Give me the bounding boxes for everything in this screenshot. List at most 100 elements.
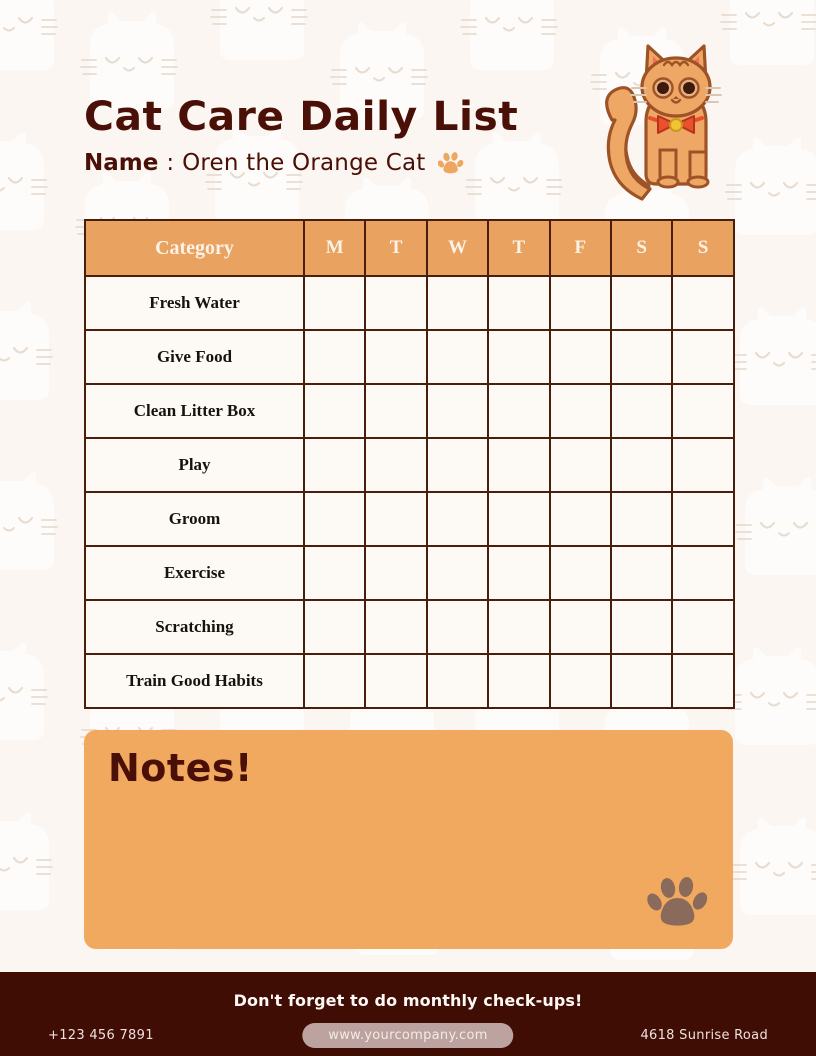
checkbox-cell[interactable] (671, 275, 735, 331)
category-cell: Play (84, 437, 305, 493)
sitting-cat-illustration (598, 32, 754, 208)
notes-box[interactable]: Notes! (84, 730, 733, 949)
checkbox-cell[interactable] (364, 437, 428, 493)
footer-tagline: Don't forget to do monthly check-ups! (233, 991, 583, 1010)
footer-contact-row: +123 456 7891 www.yourcompany.com 4618 S… (0, 1019, 816, 1051)
checkbox-cell[interactable] (671, 383, 735, 439)
checkbox-cell[interactable] (487, 599, 551, 655)
checkbox-cell[interactable] (548, 383, 612, 439)
notes-title: Notes! (108, 746, 253, 790)
checkbox-cell[interactable] (671, 653, 735, 709)
column-header-sunday: S (671, 219, 735, 277)
cat-care-daily-list-page: Cat Care Daily List Name : Oren the Oran… (0, 0, 816, 1056)
checkbox-cell[interactable] (487, 329, 551, 385)
checkbox-cell[interactable] (425, 653, 490, 709)
checkbox-cell[interactable] (487, 437, 551, 493)
paw-print-icon (437, 151, 464, 175)
table-row: Clean Litter Box (84, 383, 735, 439)
checkbox-cell[interactable] (425, 545, 490, 601)
checkbox-cell[interactable] (302, 545, 367, 601)
checkbox-cell[interactable] (425, 383, 490, 439)
name-label: Name (84, 150, 159, 176)
checkbox-cell[interactable] (609, 275, 674, 331)
care-table: Category M T W T F S S Fresh Water Give F… (84, 219, 735, 709)
paw-print-icon (647, 875, 709, 933)
table-header-row: Category M T W T F S S (84, 219, 735, 277)
table-row: Exercise (84, 545, 735, 601)
checkbox-cell[interactable] (364, 491, 428, 547)
checkbox-cell[interactable] (425, 599, 490, 655)
column-header-friday: F (548, 219, 612, 277)
checkbox-cell[interactable] (364, 329, 428, 385)
checkbox-cell[interactable] (364, 653, 428, 709)
pet-name-value[interactable]: Oren the Orange Cat (182, 150, 425, 176)
pet-name-line: Name : Oren the Orange Cat (84, 150, 604, 176)
column-header-category: Category (84, 219, 305, 277)
checkbox-cell[interactable] (609, 383, 674, 439)
table-row: Scratching (84, 599, 735, 655)
checkbox-cell[interactable] (425, 491, 490, 547)
checkbox-cell[interactable] (609, 599, 674, 655)
checkbox-cell[interactable] (671, 437, 735, 493)
checkbox-cell[interactable] (425, 437, 490, 493)
column-header-tuesday: T (364, 219, 428, 277)
category-cell: Scratching (84, 599, 305, 655)
checkbox-cell[interactable] (487, 491, 551, 547)
checkbox-cell[interactable] (302, 491, 367, 547)
checkbox-cell[interactable] (609, 545, 674, 601)
category-cell: Clean Litter Box (84, 383, 305, 439)
column-header-saturday: S (609, 219, 674, 277)
column-header-wednesday: W (425, 219, 490, 277)
checkbox-cell[interactable] (609, 437, 674, 493)
checkbox-cell[interactable] (671, 329, 735, 385)
name-separator: : (166, 150, 175, 176)
checkbox-cell[interactable] (548, 545, 612, 601)
checkbox-cell[interactable] (548, 437, 612, 493)
checkbox-cell[interactable] (609, 329, 674, 385)
footer: Don't forget to do monthly check-ups! +1… (0, 972, 816, 1056)
footer-phone[interactable]: +123 456 7891 (48, 1028, 154, 1043)
checkbox-cell[interactable] (548, 491, 612, 547)
checkbox-cell[interactable] (302, 653, 367, 709)
category-cell: Fresh Water (84, 275, 305, 331)
checkbox-cell[interactable] (302, 329, 367, 385)
checkbox-cell[interactable] (364, 545, 428, 601)
checkbox-cell[interactable] (548, 329, 612, 385)
checkbox-cell[interactable] (548, 653, 612, 709)
checkbox-cell[interactable] (364, 599, 428, 655)
checkbox-cell[interactable] (548, 275, 612, 331)
checkbox-cell[interactable] (609, 491, 674, 547)
table-header: Category M T W T F S S (84, 219, 735, 277)
footer-website[interactable]: www.yourcompany.com (302, 1022, 514, 1048)
table-body: Fresh Water Give Food Clean Litter Box Play… (84, 275, 735, 709)
checkbox-cell[interactable] (302, 275, 367, 331)
checkbox-cell[interactable] (364, 275, 428, 331)
table-row: Train Good Habits (84, 653, 735, 709)
checkbox-cell[interactable] (425, 275, 490, 331)
column-header-thursday: T (487, 219, 551, 277)
checkbox-cell[interactable] (671, 491, 735, 547)
checkbox-cell[interactable] (487, 653, 551, 709)
table-row: Play (84, 437, 735, 493)
checkbox-cell[interactable] (671, 545, 735, 601)
checkbox-cell[interactable] (302, 383, 367, 439)
page-title: Cat Care Daily List (84, 94, 519, 140)
table-row: Groom (84, 491, 735, 547)
checkbox-cell[interactable] (487, 275, 551, 331)
footer-address: 4618 Sunrise Road (640, 1027, 768, 1043)
category-cell: Train Good Habits (84, 653, 305, 709)
checkbox-cell[interactable] (487, 383, 551, 439)
checkbox-cell[interactable] (609, 653, 674, 709)
checkbox-cell[interactable] (302, 599, 367, 655)
header: Cat Care Daily List Name : Oren the Oran… (84, 96, 604, 176)
category-cell: Exercise (84, 545, 305, 601)
checkbox-cell[interactable] (364, 383, 428, 439)
table-row: Give Food (84, 329, 735, 385)
checkbox-cell[interactable] (302, 437, 367, 493)
checkbox-cell[interactable] (671, 599, 735, 655)
column-header-monday: M (302, 219, 367, 277)
checkbox-cell[interactable] (487, 545, 551, 601)
category-cell: Groom (84, 491, 305, 547)
checkbox-cell[interactable] (425, 329, 490, 385)
checkbox-cell[interactable] (548, 599, 612, 655)
